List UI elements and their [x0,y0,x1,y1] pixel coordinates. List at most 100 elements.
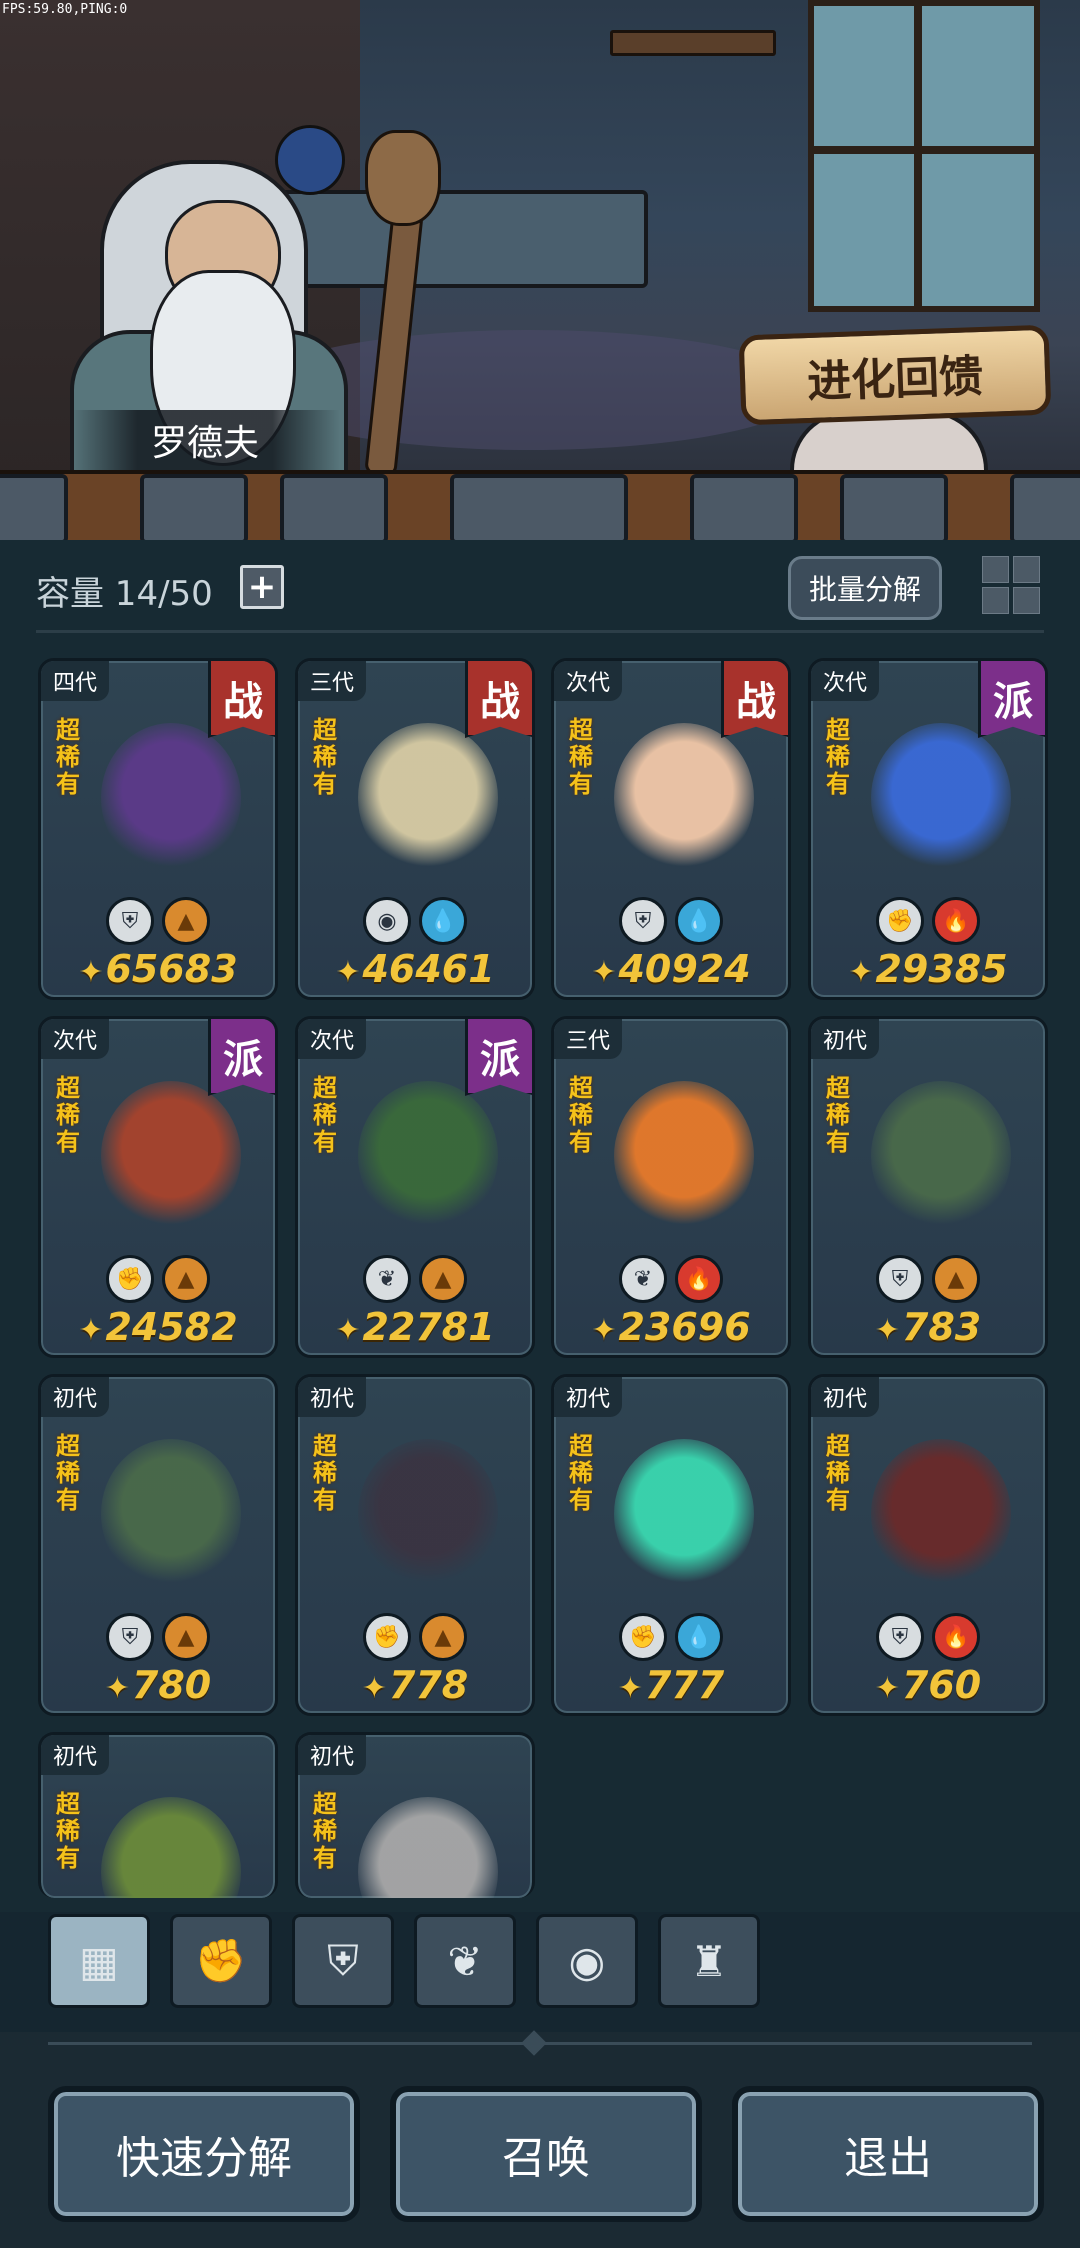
filter-alien-icon[interactable]: ◉ [536,1914,638,2008]
filter-fist-icon[interactable]: ✊ [170,1914,272,2008]
power-icon: ✦ [848,955,874,990]
hero-portrait [871,1081,1011,1231]
power-icon: ✦ [361,1671,387,1706]
power-number: 24582 [105,1305,238,1349]
hero-card[interactable]: 初代 超稀有 ⛨ ▲ ✦780 [38,1374,278,1716]
class-badge: 派 [208,1019,275,1096]
owl-icon [365,130,441,226]
hero-portrait [358,1439,498,1589]
hero-portrait [358,723,498,873]
power-icon: ✦ [104,1671,130,1706]
power-value: ✦777 [554,1663,788,1707]
rarity-label: 超稀有 [826,716,850,798]
generation-label: 次代 [41,1019,110,1059]
hero-card[interactable]: 次代 超稀有派 ✊ 🔥 ✦29385 [808,658,1048,1000]
element-icons: ⛨ ▲ [41,897,275,945]
generation-label: 次代 [811,661,880,701]
power-number: 46461 [362,947,495,991]
class-badge: 战 [465,661,532,738]
generation-label: 三代 [298,661,367,701]
power-number: 778 [388,1663,469,1707]
leaf-icon: ❦ [619,1255,667,1303]
power-number: 780 [131,1663,212,1707]
filter-tower-icon[interactable]: ♜ [658,1914,760,2008]
earth-icon: ▲ [162,1613,210,1661]
batch-decompose-button[interactable]: 批量分解 [788,556,942,620]
hero-portrait [871,1439,1011,1589]
fist-icon: ✊ [876,897,924,945]
water-icon: 💧 [419,897,467,945]
hero-portrait [358,1797,498,1898]
guard-icon: ⛨ [106,1613,154,1661]
fire-icon: 🔥 [932,1613,980,1661]
power-number: 65683 [105,947,238,991]
rarity-label: 超稀有 [826,1432,850,1514]
generation-label: 初代 [298,1377,367,1417]
leaf-icon: ❦ [363,1255,411,1303]
quick-decompose-button[interactable]: 快速分解 [48,2086,360,2222]
power-icon: ✦ [591,955,617,990]
power-value: ✦22781 [298,1305,532,1349]
element-icons: ✊ ▲ [298,1613,532,1661]
hero-portrait [614,1081,754,1231]
rarity-label: 超稀有 [313,1074,337,1156]
summon-button[interactable]: 召唤 [390,2086,702,2222]
hero-card[interactable]: 初代 超稀有 ⛨ ▲ ✦783 [808,1016,1048,1358]
hero-card[interactable]: 三代 超稀有 ❦ 🔥 ✦23696 [551,1016,791,1358]
hero-portrait [101,1797,241,1898]
hero-card[interactable]: 三代 超稀有战 ◉ 💧 ✦46461 [295,658,535,1000]
hero-portrait [871,723,1011,873]
evolution-reward-button[interactable]: 进化回馈 [738,324,1052,426]
hero-card[interactable]: 次代 超稀有战 ⛨ 💧 ✦40924 [551,658,791,1000]
rarity-label: 超稀有 [313,1790,337,1872]
filter-all-icon[interactable]: ▦ [48,1914,150,2008]
generation-label: 初代 [298,1735,367,1775]
water-icon: 💧 [675,1613,723,1661]
rarity-label: 超稀有 [569,716,593,798]
hero-card[interactable]: 初代 超稀有 ⛨ 🔥 ✦760 [808,1374,1048,1716]
hero-portrait [101,1081,241,1231]
border-stone [280,474,388,544]
hero-card[interactable]: 四代 超稀有战 ⛨ ▲ ✦65683 [38,658,278,1000]
generation-label: 初代 [41,1377,110,1417]
hero-card[interactable]: 次代 超稀有派 ❦ ▲ ✦22781 [295,1016,535,1358]
guard-icon: ⛨ [876,1255,924,1303]
power-value: ✦23696 [554,1305,788,1349]
element-icons: ✊ ▲ [41,1255,275,1303]
expand-capacity-button[interactable]: + [240,565,284,609]
power-icon: ✦ [591,1313,617,1348]
hero-card[interactable]: 次代 超稀有派 ✊ ▲ ✦24582 [38,1016,278,1358]
power-number: 760 [901,1663,982,1707]
generation-label: 四代 [41,661,110,701]
capacity-label: 容量 14/50 [36,574,213,614]
fist-icon: ✊ [363,1613,411,1661]
hero-card[interactable]: 初代超稀有 [295,1732,535,1898]
generation-label: 初代 [811,1377,880,1417]
power-number: 40924 [618,947,751,991]
exit-button[interactable]: 退出 [732,2086,1044,2222]
rarity-label: 超稀有 [569,1074,593,1156]
fist-icon: ✊ [106,1255,154,1303]
power-icon: ✦ [617,1671,643,1706]
hero-card[interactable]: 初代 超稀有 [38,1732,278,1898]
generation-label: 次代 [298,1019,367,1059]
guard-icon: ⛨ [876,1613,924,1661]
border-stone [840,474,948,544]
guard-icon: ⛨ [106,897,154,945]
npc-scene: 罗德夫 进化回馈 [0,0,1080,490]
element-icons: ⛨ ▲ [811,1255,1045,1303]
filter-leaf-icon[interactable]: ❦ [414,1914,516,2008]
power-number: 23696 [618,1305,751,1349]
border-stone [1010,474,1080,544]
border-stone [450,474,628,544]
filter-guard-icon[interactable]: ⛨ [292,1914,394,2008]
hero-card[interactable]: 初代 超稀有 ✊ ▲ ✦778 [295,1374,535,1716]
power-value: ✦24582 [41,1305,275,1349]
power-number: 783 [901,1305,982,1349]
power-value: ✦46461 [298,947,532,991]
grid-view-icon[interactable] [982,556,1040,614]
fire-icon: 🔥 [675,1255,723,1303]
hero-card[interactable]: 初代 超稀有 ✊ 💧 ✦777 [551,1374,791,1716]
element-icons: ❦ 🔥 [554,1255,788,1303]
power-icon: ✦ [78,1313,104,1348]
